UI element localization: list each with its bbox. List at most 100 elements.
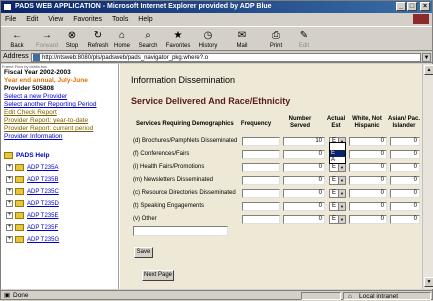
other-description-input[interactable] [133,226,228,236]
nav-link[interactable]: Provider Report: current period [4,125,93,133]
tree-item[interactable]: + ADP T235G [6,236,59,243]
expand-icon[interactable]: + [6,200,13,207]
expand-icon[interactable]: + [6,224,13,231]
year-end-period: Year end annual, July-June [4,77,88,84]
nav-link[interactable]: Provider Information [4,133,63,141]
expand-icon[interactable]: + [6,188,13,195]
number-served-input[interactable]: 0 [283,189,325,198]
toolbar-forward-button[interactable]: → Forward [34,28,60,49]
dropdown-option[interactable]: E [330,150,345,157]
tree-item[interactable]: + ADP T235A [6,164,58,171]
provider-id: Provider 505808 [4,85,54,92]
toolbar-home-button[interactable]: ⌂ Home [109,28,135,49]
actual-est-select[interactable]: E▼ [329,202,346,211]
asian-count-input[interactable]: 0 [390,215,420,224]
col-header-white: White, Not Hispanic [352,116,382,129]
close-button[interactable]: × [420,2,430,11]
tree-item[interactable]: + ADP T235B [6,176,58,183]
toolbar-edit-button[interactable]: ✎ Edit [291,28,317,49]
asian-count-input[interactable]: 0 [390,202,420,211]
white-count-input[interactable]: 0 [349,176,387,185]
number-served-input[interactable]: 0 [283,176,325,185]
toolbar-search-button[interactable]: ⌕ Search [135,28,161,49]
nav-link[interactable]: Select a new Provider [4,93,67,101]
frequency-input[interactable] [242,202,280,211]
white-count-input[interactable]: 0 [349,189,387,198]
number-served-input[interactable]: 0 [283,202,325,211]
tree-item[interactable]: + ADP T235E [6,212,58,219]
menu-edit[interactable]: Edit [22,14,42,25]
tree-item[interactable]: + ADP T235C [6,188,59,195]
expand-icon[interactable]: + [6,164,13,171]
save-button[interactable]: Save [134,247,153,258]
expand-icon[interactable]: + [6,212,13,219]
dropdown-option[interactable]: A [330,157,345,164]
dropdown-option[interactable] [330,143,345,150]
asian-count-input[interactable]: 0 [390,189,420,198]
asian-count-input[interactable]: 0 [390,163,420,172]
actual-est-select[interactable]: E▼ [329,189,346,198]
menu-tools[interactable]: Tools [108,14,132,25]
tree-item[interactable]: + ADP T235F [6,224,58,231]
toolbar-label: History [198,43,218,49]
actual-est-select[interactable]: E▼ [329,215,346,224]
toolbar-label: Search [138,43,158,49]
toolbar-label: Home [113,43,130,49]
next-page-button[interactable]: Next Page [142,270,174,281]
menu-help[interactable]: Help [134,14,156,25]
toolbar-stop-button[interactable]: ⊗ Stop [59,28,85,49]
toolbar-refresh-button[interactable]: ↻ Refresh [85,28,111,49]
toolbar-print-button[interactable]: ⎙ Print [263,28,289,49]
windows-flag-icon [413,14,429,24]
toolbar-back-button[interactable]: ← Back [4,28,30,49]
scroll-up-icon[interactable]: ▲ [424,65,433,75]
white-count-input[interactable]: 0 [349,202,387,211]
nav-link[interactable]: Select another Reporting Period [4,101,97,109]
actual-est-select[interactable]: E▼ [329,176,346,185]
expand-icon[interactable]: + [6,176,13,183]
frequency-input[interactable] [242,189,280,198]
number-served-input[interactable]: 0 [283,150,325,159]
white-count-input[interactable]: 0 [349,215,387,224]
ie-logo-icon [3,3,12,11]
minimize-button[interactable]: _ [396,2,406,11]
actual-est-value: E [332,203,337,209]
frequency-input[interactable] [242,163,280,172]
asian-count-input[interactable]: 0 [390,176,420,185]
white-count-input[interactable]: 0 [349,137,387,146]
frequency-input[interactable] [242,150,280,159]
maximize-button[interactable]: □ [407,2,417,11]
asian-count-input[interactable]: 0 [390,150,420,159]
nav-link[interactable]: Provider Report: year-to-date [4,117,88,125]
number-served-input[interactable]: 10 [283,137,325,146]
frequency-input[interactable] [242,215,280,224]
white-count-input[interactable]: 0 [349,163,387,172]
toolbar-mail-button[interactable]: ✉ Mail [229,28,255,49]
actual-est-dropdown-list[interactable]: EA [329,142,346,164]
expand-icon[interactable]: + [6,236,13,243]
refresh-icon: ↻ [93,30,103,41]
scroll-down-icon[interactable]: ▼ [424,277,433,287]
menu-file[interactable]: File [1,14,20,25]
frequency-input[interactable] [242,176,280,185]
toolbar-favorites-button[interactable]: ★ Favorites [165,28,191,49]
white-count-input[interactable]: 0 [349,150,387,159]
favorites-icon: ★ [173,30,183,41]
menu-favorites[interactable]: Favorites [69,14,106,25]
frequency-input[interactable] [242,137,280,146]
service-row-label: (d) Brochures/Pamphlets Disseminated [133,138,238,144]
actual-est-select[interactable]: E▼ [329,163,346,172]
tree-item[interactable]: + ADP T235D [6,200,59,207]
pads-help-folder[interactable]: PADS Help [4,152,49,159]
menu-view[interactable]: View [44,14,67,25]
number-served-input[interactable]: 0 [283,163,325,172]
folder-icon [4,152,13,159]
address-dropdown-button[interactable]: ▼ [422,53,431,62]
number-served-input[interactable]: 0 [283,215,325,224]
address-input[interactable]: http://ntsweb:8080/pls/padsweb/pads_navi… [31,53,421,62]
toolbar-history-button[interactable]: ◷ History [195,28,221,49]
service-row-label: (m) Newsletters Disseminated [133,177,214,183]
vertical-scrollbar[interactable]: ▲ ▼ [422,64,433,289]
nav-link[interactable]: Edit Check Report [4,109,57,117]
asian-count-input[interactable]: 0 [390,137,420,146]
